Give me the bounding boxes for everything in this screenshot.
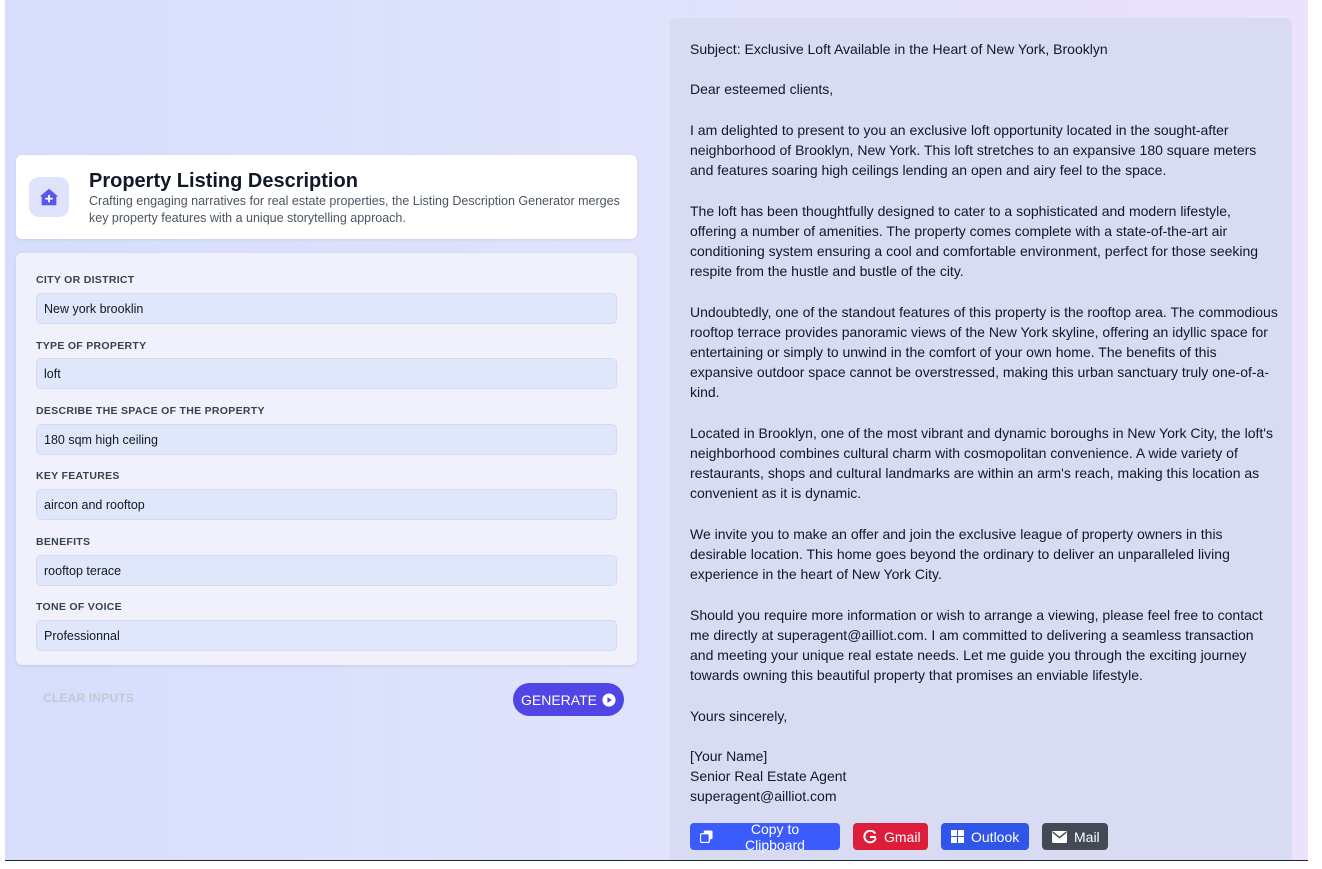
email-paragraph: Located in Brooklyn, one of the most vib…: [690, 424, 1273, 502]
space-label: DESCRIBE THE SPACE OF THE PROPERTY: [36, 405, 265, 417]
copy-icon: [700, 830, 713, 843]
play-circle-icon: [602, 692, 616, 707]
gmail-button[interactable]: Gmail: [853, 823, 928, 850]
output-panel: Subject: Exclusive Loft Available in the…: [670, 18, 1292, 860]
property-type-label: TYPE OF PROPERTY: [36, 340, 147, 352]
mail-button[interactable]: Mail: [1042, 823, 1108, 850]
gmail-label: Gmail: [884, 828, 921, 845]
generate-label: GENERATE: [521, 691, 597, 708]
clear-inputs-button[interactable]: CLEAR INPUTS: [43, 691, 134, 705]
form-card: CITY OR DISTRICT TYPE OF PROPERTY DESCRI…: [16, 253, 637, 665]
windows-icon: [951, 830, 964, 843]
key-features-label: KEY FEATURES: [36, 470, 120, 482]
key-features-input[interactable]: [36, 489, 617, 520]
space-input[interactable]: [36, 424, 617, 455]
share-actions: Copy to Clipboard Gmail Outlook Mail: [690, 820, 1108, 853]
signature-email: superagent@ailliot.com: [690, 788, 837, 805]
outlook-label: Outlook: [971, 828, 1020, 845]
email-closing: Yours sincerely,: [690, 707, 788, 724]
header-card: Property Listing Description Crafting en…: [16, 155, 637, 239]
signature-title: Senior Real Estate Agent: [690, 768, 847, 785]
envelope-icon: [1052, 830, 1067, 843]
city-label: CITY OR DISTRICT: [36, 274, 135, 286]
benefits-input[interactable]: [36, 555, 617, 586]
mail-label: Mail: [1074, 828, 1100, 845]
email-greeting: Dear esteemed clients,: [690, 81, 834, 98]
email-subject: Subject: Exclusive Loft Available in the…: [690, 41, 1108, 57]
page-title: Property Listing Description: [89, 170, 358, 192]
copy-to-clipboard-button[interactable]: Copy to Clipboard: [690, 820, 840, 853]
app-root: Property Listing Description Crafting en…: [5, 0, 1308, 861]
generated-email: Subject: Exclusive Loft Available in the…: [690, 39, 1278, 807]
benefits-label: BENEFITS: [36, 536, 91, 548]
signature-name: [Your Name]: [690, 747, 768, 764]
email-paragraph: I am delighted to present to you an excl…: [690, 121, 1257, 179]
page-subtitle: Crafting engaging narratives for real es…: [89, 194, 620, 225]
tone-input[interactable]: [36, 620, 617, 651]
tone-label: TONE OF VOICE: [36, 601, 122, 613]
email-paragraph: The loft has been thoughtfully designed …: [690, 202, 1259, 280]
outlook-button[interactable]: Outlook: [941, 823, 1029, 850]
generate-button[interactable]: GENERATE: [513, 683, 624, 716]
google-icon: [863, 829, 877, 844]
email-paragraph: Should you require more information or w…: [690, 606, 1263, 684]
city-input[interactable]: [36, 293, 617, 324]
house-icon: [29, 177, 69, 217]
copy-label: Copy to Clipboard: [745, 820, 805, 853]
email-paragraph: Undoubtedly, one of the standout feature…: [690, 303, 1278, 401]
email-paragraph: We invite you to make an offer and join …: [690, 525, 1230, 583]
property-type-input[interactable]: [36, 358, 617, 389]
